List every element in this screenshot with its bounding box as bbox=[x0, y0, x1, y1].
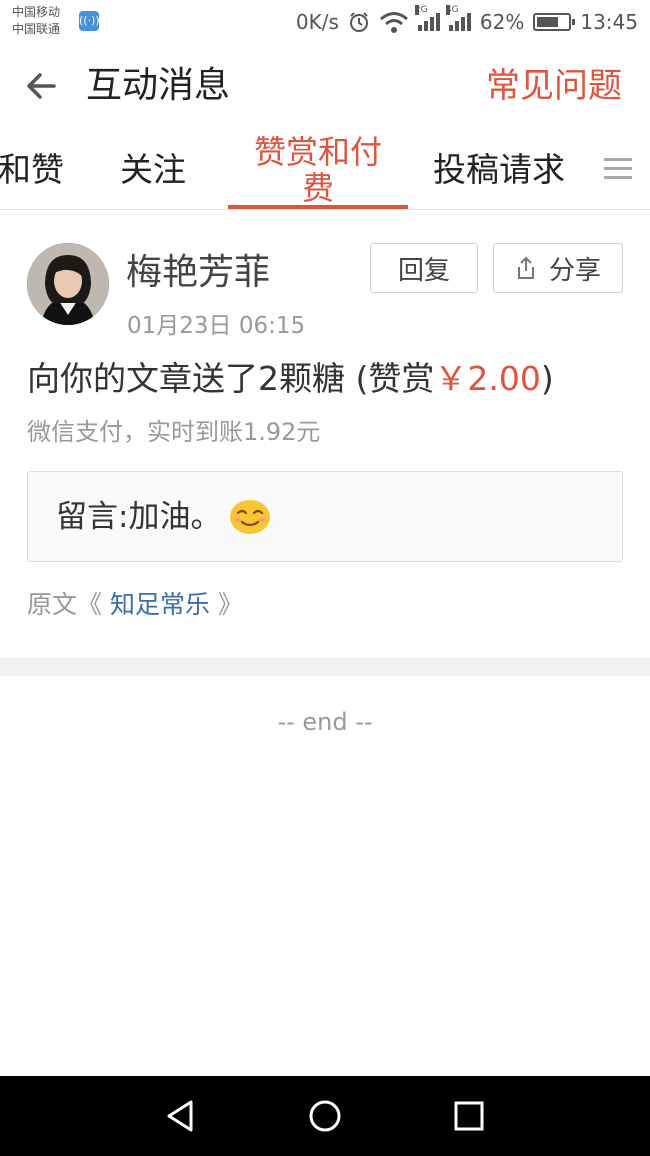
smile-emoji-icon bbox=[230, 500, 271, 534]
home-circle-icon[interactable] bbox=[303, 1094, 347, 1138]
recents-square-icon[interactable] bbox=[447, 1094, 491, 1138]
section-divider bbox=[0, 658, 650, 676]
carrier-1: 中国移动 bbox=[12, 5, 61, 19]
clock: 13:45 bbox=[580, 10, 638, 34]
reward-text-prefix: 向你的文章送了2颗糖 (赞赏 bbox=[27, 359, 435, 398]
back-triangle-icon[interactable] bbox=[159, 1094, 203, 1138]
status-bar: 中国移动 中国联通 ((·)) 0K/s 2G 4G 62% 13:45 bbox=[0, 0, 650, 44]
net-2g-label: 2G bbox=[414, 5, 428, 15]
tab-rewards-line1: 赞赏和付 bbox=[253, 133, 382, 171]
tab-bar: 和赞 关注 赞赏和付 费 投稿请求 bbox=[0, 130, 650, 210]
payment-info: 微信支付，实时到账1.92元 bbox=[27, 418, 321, 446]
faq-link[interactable]: 常见问题 bbox=[486, 64, 622, 108]
avatar-image bbox=[27, 243, 109, 325]
reward-amount: ￥2.00 bbox=[434, 359, 541, 398]
tab-rewards-line2: 费 bbox=[301, 169, 334, 207]
wifi-icon bbox=[379, 12, 408, 33]
origin-prefix: 原文《 bbox=[27, 590, 103, 619]
net-speed: 0K/s bbox=[295, 10, 339, 34]
tab-rewards-payments[interactable]: 赞赏和付 费 bbox=[245, 134, 391, 206]
tab-likes[interactable]: 和赞 bbox=[0, 150, 64, 190]
battery-icon bbox=[533, 13, 576, 31]
hotspot-icon: ((·)) bbox=[79, 11, 100, 31]
battery-percent: 62% bbox=[479, 10, 525, 34]
carrier-2: 中国联通 bbox=[12, 22, 61, 36]
navigation-bar bbox=[0, 1076, 650, 1156]
carrier-info: 中国移动 中国联通 bbox=[12, 4, 60, 38]
share-button[interactable]: 分享 bbox=[493, 243, 623, 293]
user-name[interactable]: 梅艳芳菲 bbox=[126, 250, 270, 296]
reply-button[interactable]: 回复 bbox=[370, 243, 478, 293]
share-label: 分享 bbox=[548, 255, 601, 286]
app-header: 互动消息 常见问题 bbox=[0, 44, 650, 130]
avatar[interactable] bbox=[27, 243, 109, 325]
comment-text: 留言:加油。 bbox=[56, 499, 222, 535]
reward-text-suffix: ) bbox=[540, 359, 554, 398]
comment: 留言:加油。 bbox=[56, 496, 271, 538]
status-right: 0K/s 2G 4G 62% 13:45 bbox=[295, 5, 638, 36]
origin-suffix: 》 bbox=[217, 590, 243, 619]
active-tab-indicator bbox=[228, 205, 408, 209]
original-article: 原文《 知足常乐 》 bbox=[27, 586, 243, 624]
back-arrow-icon[interactable] bbox=[22, 64, 62, 108]
net-4g-label: 4G bbox=[445, 5, 459, 15]
signal-2g-icon: 2G bbox=[414, 5, 440, 31]
tab-submission-requests[interactable]: 投稿请求 bbox=[433, 150, 565, 190]
tab-follow[interactable]: 关注 bbox=[120, 150, 186, 190]
alarm-icon bbox=[349, 12, 368, 32]
comment-box: 留言:加油。 bbox=[27, 471, 623, 562]
signal-4g-icon: 4G bbox=[445, 5, 471, 31]
article-link[interactable]: 知足常乐 bbox=[102, 590, 218, 619]
menu-icon[interactable] bbox=[604, 158, 632, 182]
reward-message: 向你的文章送了2颗糖 (赞赏￥2.00) bbox=[27, 356, 554, 402]
end-marker: -- end -- bbox=[277, 708, 373, 736]
battery-fill bbox=[537, 17, 559, 27]
page-title: 互动消息 bbox=[86, 65, 231, 106]
message-datetime: 01月23日 06:15 bbox=[127, 313, 306, 339]
reply-label: 回复 bbox=[397, 255, 450, 286]
share-icon bbox=[517, 256, 534, 279]
